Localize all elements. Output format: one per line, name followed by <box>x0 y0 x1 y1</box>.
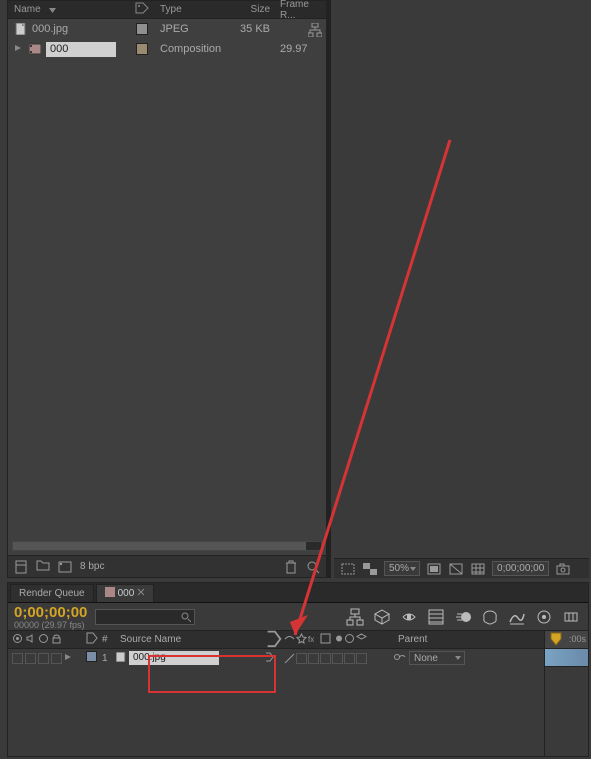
project-item-name[interactable]: 000 <box>46 42 116 57</box>
tab-label: 000 <box>118 588 135 599</box>
label-color-box[interactable] <box>136 23 148 35</box>
audio-toggle[interactable] <box>25 653 36 664</box>
composition-icon <box>105 587 115 600</box>
close-icon[interactable] <box>137 588 145 599</box>
tab-label: Render Queue <box>19 588 85 599</box>
viewer-timecode[interactable]: 0;00;00;00 <box>492 561 549 576</box>
twirl-icon[interactable] <box>64 653 72 664</box>
col-frame-header[interactable]: Frame R... <box>276 0 326 21</box>
timeline-search-input[interactable] <box>95 609 195 625</box>
annotation-box <box>148 655 276 693</box>
lock-icon <box>51 633 62 647</box>
snap-icon-area[interactable] <box>308 23 322 40</box>
col-type-header[interactable]: Type <box>156 4 236 15</box>
expand-button[interactable] <box>560 606 582 628</box>
image-file-icon <box>116 652 126 665</box>
label-color-box[interactable] <box>136 43 148 55</box>
flowchart-icon <box>308 28 322 40</box>
switch-box[interactable] <box>296 653 307 664</box>
project-footer: 8 bpc <box>8 555 326 577</box>
new-comp-button[interactable] <box>56 559 74 575</box>
project-item-name: 000.jpg <box>32 23 68 35</box>
switch-box[interactable] <box>344 653 355 664</box>
switch-box[interactable] <box>332 653 343 664</box>
layer-number-header: # <box>102 634 116 645</box>
source-name-header[interactable]: Source Name <box>116 634 264 645</box>
timeline-ruler[interactable]: :00s <box>545 631 588 649</box>
time-indicator-icon[interactable] <box>547 631 565 649</box>
layer-row[interactable]: 1 000.jpg None <box>8 649 588 667</box>
twirl-icon[interactable] <box>14 43 24 55</box>
col-size-header[interactable]: Size <box>236 4 276 15</box>
tab-render-queue[interactable]: Render Queue <box>10 584 94 602</box>
annotation-arrow <box>280 130 460 650</box>
project-scrollbar-area <box>8 539 326 553</box>
switch-box[interactable] <box>284 653 295 664</box>
snapshot-button[interactable] <box>555 562 571 576</box>
ruler-label: :00s <box>569 634 586 644</box>
tag-icon <box>135 2 149 17</box>
project-item-row[interactable]: 000.jpg JPEG 35 KB <box>8 19 326 39</box>
pickwhip-icon[interactable] <box>394 652 406 665</box>
bpc-toggle[interactable]: 8 bpc <box>78 561 106 572</box>
graph-editor-button[interactable] <box>506 606 528 628</box>
sort-arrow-icon <box>49 5 56 16</box>
project-item-type: Composition <box>156 43 236 55</box>
col-name-header[interactable]: Name <box>8 4 128 15</box>
col-name-label: Name <box>14 4 41 15</box>
new-folder-button[interactable] <box>34 559 52 575</box>
auto-keyframe-button[interactable] <box>533 606 555 628</box>
timeline-track-area: :00s <box>544 631 588 756</box>
layer-bar[interactable] <box>545 649 588 667</box>
label-color-box[interactable] <box>86 651 97 662</box>
visibility-toggle[interactable] <box>12 653 23 664</box>
project-rows: 000.jpg JPEG 35 KB 000 Composition 29.97 <box>8 19 326 59</box>
tag-icon <box>86 636 100 647</box>
horizontal-scrollbar[interactable] <box>12 541 322 551</box>
tab-comp[interactable]: 000 <box>96 584 155 602</box>
lock-toggle[interactable] <box>51 653 62 664</box>
switch-box[interactable] <box>320 653 331 664</box>
image-file-icon <box>14 22 28 36</box>
grid-button[interactable] <box>470 562 486 576</box>
project-item-size: 35 KB <box>236 23 276 35</box>
solo-toggle[interactable] <box>38 653 49 664</box>
project-item-type: JPEG <box>156 23 236 35</box>
project-item-frame: 29.97 <box>276 43 326 55</box>
col-label-header[interactable] <box>128 2 156 17</box>
timeline-frame-info: 00000 (29.97 fps) <box>14 621 87 630</box>
project-item-row[interactable]: 000 Composition 29.97 <box>8 39 326 59</box>
switch-box[interactable] <box>308 653 319 664</box>
visibility-icon <box>12 633 23 647</box>
switch-box[interactable] <box>356 653 367 664</box>
timeline-timecode[interactable]: 0;00;00;00 <box>14 604 87 621</box>
project-panel: Name Type Size Frame R... 000.jpg JPEG 3… <box>7 0 327 578</box>
solo-icon <box>38 633 49 647</box>
composition-icon <box>28 42 42 56</box>
project-columns-header: Name Type Size Frame R... <box>8 1 326 19</box>
brain-button[interactable] <box>479 606 501 628</box>
parent-dropdown[interactable]: None <box>409 651 465 665</box>
audio-icon <box>25 633 36 647</box>
interpret-footage-button[interactable] <box>12 559 30 575</box>
layer-number: 1 <box>102 653 116 664</box>
